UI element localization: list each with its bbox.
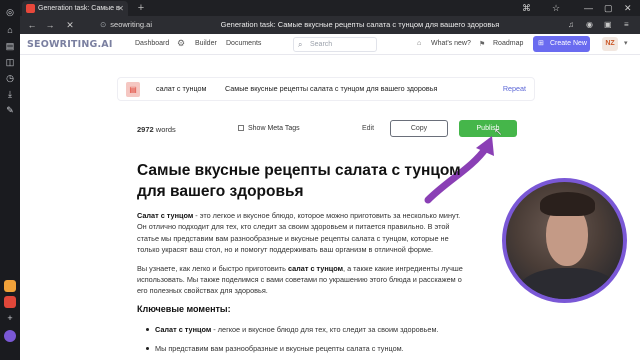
close-window-icon[interactable]: ✕ [624,2,632,14]
sidebar-profile-icon[interactable] [4,330,16,342]
browser-logo-icon[interactable]: ◎ [4,6,16,18]
b1-rest: - легкое и вкусное блюдо для тех, кто сл… [211,325,439,334]
maximize-icon[interactable]: ▢ [604,2,613,14]
create-new-button[interactable]: ⊞ Create New [533,36,590,52]
browser-tab[interactable]: Generation task: Самые в ✕ [22,1,128,16]
sidebar-app-red-icon[interactable] [4,296,16,308]
paragraph-1-line-4: только украсят ваш стол, но и помогут по… [137,245,434,254]
edit-button[interactable]: Edit [362,125,374,132]
p2-bold: салат с тунцом [287,264,344,273]
p2-end: , а также какие ингредиенты лучше [343,264,463,273]
word-count-value: 2972 [137,125,154,134]
p2-start: Вы узнаете, как легко и быстро приготови… [137,264,288,273]
logo-main: SEOWRITING [27,39,98,50]
whats-new-link[interactable]: What's new? [431,40,471,47]
tab-favicon-icon [26,4,35,13]
sidebar-app-orange-icon[interactable] [4,280,16,292]
p1-line1: - это легкое и вкусное блюдо, которое мо… [193,211,461,220]
back-icon[interactable]: ← [26,19,38,31]
builder-gear-icon: ⚙ [177,38,186,48]
bookmark-icon[interactable]: ☆ [552,2,560,14]
repeat-link[interactable]: Repeat [503,84,526,93]
url-text: seowriting.ai [110,20,152,29]
list-item: Мы представим вам разнообразные и вкусны… [146,344,505,353]
nav-dashboard[interactable]: Dashboard [135,40,169,47]
logo-ai: .AI [97,39,113,50]
checkbox-icon[interactable] [238,125,244,131]
chevron-down-icon[interactable]: ▾ [624,39,628,47]
tab-close-icon[interactable]: ✕ [117,1,124,16]
roadmap-icon: ⚑ [479,41,486,48]
screenshot-icon[interactable]: ▣ [604,19,612,31]
bullet-icon [146,328,149,331]
article-heading: Самые вкусные рецепты салата с тунцом дл… [137,162,461,200]
headphones-icon[interactable]: ♫ [568,19,574,31]
paragraph-2-line-1: Вы узнаете, как легко и быстро приготови… [137,263,502,274]
show-meta-checkbox[interactable]: Show Meta Tags [238,125,300,132]
key-moments-heading: Ключевые моменты: [137,304,231,314]
avatar[interactable]: NZ [602,37,618,51]
word-count-unit: words [155,125,176,134]
sidebar-download-icon[interactable]: ⤓ [4,88,16,100]
gift-icon: ⌂ [417,40,422,47]
page-title-bar: Generation task: Самые вкусные рецепты с… [220,20,500,29]
sidebar-history-icon[interactable]: ◷ [4,72,16,84]
sidebar-home-icon[interactable]: ⌂ [4,24,16,36]
paragraph-1-line-1: Салат с тунцом - это легкое и вкусное бл… [137,210,502,221]
sidebar-add-icon[interactable]: + [4,312,16,324]
new-tab-button[interactable]: + [134,1,148,15]
tab-title: Generation task: Самые в [38,5,120,12]
bullet-icon [146,347,149,350]
presenter-hair [540,192,595,216]
paragraph-2-line-2: использовать. Мы также поделимся с вами … [137,275,462,284]
nav-builder[interactable]: Builder [195,40,217,47]
search-placeholder: Search [310,41,333,48]
plus-box-icon: ⊞ [538,40,544,47]
list-item: Салат с тунцом - легкое и вкусное блюдо … [146,325,505,334]
paragraph-1-line-2: Он отлично подходит для тех, кто следит … [137,222,450,231]
task-title: Самые вкусные рецепты салата с тунцом дл… [225,84,438,93]
p1-bold: Салат с тунцом [137,211,194,220]
task-keyword: салат с тунцом [156,84,207,93]
search-icon: ⌕ [298,40,303,49]
webcam-overlay [502,178,627,303]
b1-bold: Салат с тунцом [155,325,212,334]
nav-documents[interactable]: Documents [226,40,261,47]
menu-icon[interactable]: ≡ [624,19,629,31]
search-input[interactable]: ⌕ Search [293,37,377,52]
word-count: 2972 words [137,125,176,134]
sidebar-panel-icon[interactable]: ▤ [4,40,16,52]
tab-strip: Generation task: Самые в ✕ + ⌘ ☆ — ▢ ✕ [20,0,640,16]
stop-icon[interactable]: ✕ [64,19,76,31]
paragraph-2-line-3: его полезных свойствах для здоровья. [137,286,268,295]
sidebar-reading-icon[interactable]: ◫ [4,56,16,68]
app-header: SEOWRITING.AI Dashboard ⚙ Builder Docume… [20,34,640,55]
address-bar-row: ← → ✕ ⊙ seowriting.ai Generation task: Са… [20,16,640,34]
forward-icon[interactable]: → [44,19,56,31]
b2-text: Мы представим вам разнообразные и вкусны… [155,344,404,353]
sidebar-edit-icon[interactable]: ✎ [4,104,16,116]
browser-sidebar: ◎ ⌂ ▤ ◫ ◷ ⤓ ✎ + [0,0,20,360]
show-meta-label: Show Meta Tags [248,125,300,132]
minimize-icon[interactable]: — [584,2,593,14]
presenter-shirt [518,268,618,299]
lock-icon: ⊙ [100,20,107,29]
extensions-icon[interactable]: ⌘ [522,2,531,14]
camera-icon[interactable]: ◉ [586,19,593,31]
cursor-icon: ↖ [494,127,503,138]
paragraph-1-line-3: статье мы представим вам разнообразные и… [137,234,449,243]
roadmap-link[interactable]: Roadmap [493,40,523,47]
logo[interactable]: SEOWRITING.AI [27,39,113,50]
document-icon: ▤ [126,82,140,97]
create-new-label: Create New [550,40,587,47]
task-summary-card: ▤ салат с тунцом Самые вкусные рецепты с… [117,77,535,101]
url-field[interactable]: ⊙ seowriting.ai [100,19,152,31]
